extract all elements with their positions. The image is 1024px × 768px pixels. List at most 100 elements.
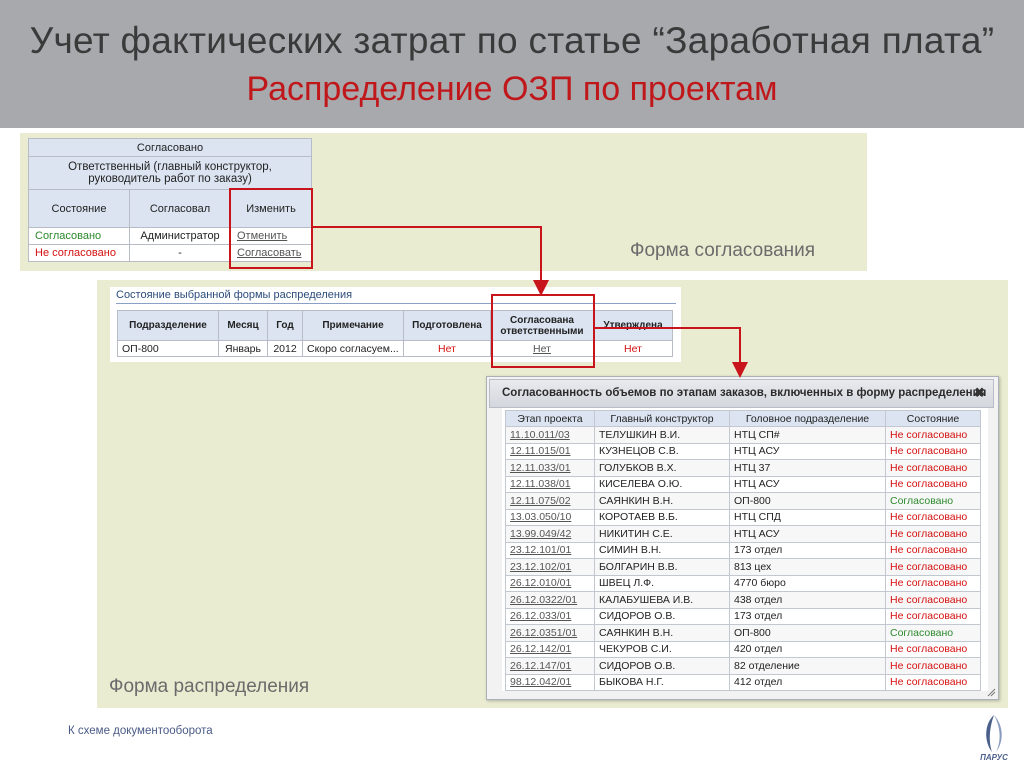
table-row[interactable]: 11.10.011/03 ТЕЛУШКИН В.И. НТЦ СП# Не согла… — [505, 426, 981, 444]
prepared-cell: Нет — [403, 340, 491, 357]
column-stage: Этап проекта — [505, 410, 595, 427]
column-approver: Согласовал — [129, 189, 231, 228]
table-row[interactable]: 26.12.142/01 ЧЕКУРОВ С.И. 420 отдел Не согл… — [505, 640, 981, 658]
designer-cell: ШВЕЦ Л.Ф. — [594, 574, 730, 592]
section-title: Состояние выбранной формы распределения — [116, 289, 353, 301]
designer-cell: БЫКОВА Н.Г. — [594, 673, 730, 691]
state-cell: Не согласовано — [28, 244, 130, 262]
division-cell: 82 отделение — [729, 657, 886, 675]
close-icon[interactable]: ✖ — [974, 385, 985, 401]
status-cell: Не согласовано — [885, 574, 981, 592]
designer-cell: КАЛАБУШЕВА И.В. — [594, 591, 730, 609]
table-row[interactable]: 23.12.101/01 СИМИН В.Н. 173 отдел Не соглас… — [505, 541, 981, 559]
state-cell: Согласовано — [28, 227, 130, 245]
dialog-content: Этап проекта Главный конструктор Головно… — [502, 408, 988, 691]
column-year: Год — [267, 310, 303, 341]
designer-cell: СИДОРОВ О.В. — [594, 657, 730, 675]
stage-link[interactable]: 98.12.042/01 — [510, 676, 571, 688]
designer-cell: САЯНКИН В.Н. — [594, 492, 730, 510]
status-cell: Не согласовано — [885, 475, 981, 493]
stage-link[interactable]: 26.12.033/01 — [510, 610, 571, 622]
column-month: Месяц — [218, 310, 268, 341]
parus-logo: ПАРУС — [980, 715, 1008, 762]
status-cell: Не согласовано — [885, 459, 981, 477]
designer-cell: КУЗНЕЦОВ С.В. — [594, 442, 730, 460]
table-row[interactable]: 26.12.0351/01 САЯНКИН В.Н. ОП-800 Согласова… — [505, 624, 981, 642]
column-prepared: Подготовлена — [403, 310, 491, 341]
column-note: Примечание — [302, 310, 404, 341]
stage-link[interactable]: 26.12.0322/01 — [510, 594, 577, 606]
highlight-agreed-column — [491, 294, 595, 368]
stage-link[interactable]: 12.11.038/01 — [510, 478, 571, 490]
designer-cell: САЯНКИН В.Н. — [594, 624, 730, 642]
stage-link[interactable]: 11.10.011/03 — [510, 429, 570, 441]
status-cell: Не согласовано — [885, 607, 981, 625]
status-cell: Не согласовано — [885, 442, 981, 460]
table-row[interactable]: 26.12.010/01 ШВЕЦ Л.Ф. 4770 бюро Не согласо… — [505, 574, 981, 592]
status-cell: Не согласовано — [885, 673, 981, 691]
stage-link[interactable]: 23.12.101/01 — [510, 544, 571, 556]
schema-link[interactable]: К схеме документооборота — [68, 725, 213, 737]
status-cell: Не согласовано — [885, 426, 981, 444]
table-row[interactable]: 13.99.049/42 НИКИТИН С.Е. НТЦ АСУ Не соглас… — [505, 525, 981, 543]
note-cell: Скоро согласуем... — [302, 340, 404, 357]
designer-cell: СИДОРОВ О.В. — [594, 607, 730, 625]
division-cell: 813 цех — [729, 558, 886, 576]
slide-header: Учет фактических затрат по статье “Зараб… — [0, 0, 1024, 128]
status-cell: Не согласовано — [885, 591, 981, 609]
year-cell: 2012 — [267, 340, 303, 357]
department-cell: ОП-800 — [117, 340, 219, 357]
dialog-titlebar[interactable]: Согласованность объемов по этапам заказо… — [489, 379, 994, 408]
column-state: Состояние — [28, 189, 130, 228]
month-cell: Январь — [218, 340, 268, 357]
approval-form-label: Форма согласования — [630, 240, 816, 261]
slide-subtitle: Распределение ОЗП по проектам — [246, 70, 778, 108]
table-row[interactable]: 23.12.102/01 БОЛГАРИН В.В. 813 цех Не согла… — [505, 558, 981, 576]
table-row[interactable]: 12.11.075/02 САЯНКИН В.Н. ОП-800 Согласован… — [505, 492, 981, 510]
stage-link[interactable]: 12.11.015/01 — [510, 445, 571, 457]
division-cell: НТЦ АСУ — [729, 525, 886, 543]
designer-cell: КОРОТАЕВ В.Б. — [594, 508, 730, 526]
table-row[interactable]: 12.11.015/01 КУЗНЕЦОВ С.В. НТЦ АСУ Не согла… — [505, 442, 981, 460]
approval-table-title: Согласовано — [28, 138, 312, 157]
stage-link[interactable]: 26.12.0351/01 — [510, 627, 577, 639]
responsible-header: Ответственный (главный конструктор, руко… — [28, 156, 312, 190]
column-approved: Утверждена — [593, 310, 673, 341]
column-designer: Главный конструктор — [594, 410, 730, 427]
designer-cell: КИСЕЛЕВА О.Ю. — [594, 475, 730, 493]
stage-link[interactable]: 13.99.049/42 — [510, 528, 571, 540]
status-cell: Не согласовано — [885, 525, 981, 543]
table-row[interactable]: 26.12.0322/01 КАЛАБУШЕВА И.В. 438 отдел Не … — [505, 591, 981, 609]
distribution-status-section: Состояние выбранной формы распределения … — [110, 287, 681, 362]
division-cell: 173 отдел — [729, 541, 886, 559]
stage-link[interactable]: 26.12.010/01 — [510, 577, 571, 589]
designer-cell: СИМИН В.Н. — [594, 541, 730, 559]
table-row[interactable]: 13.03.050/10 КОРОТАЕВ В.Б. НТЦ СПД Не согла… — [505, 508, 981, 526]
division-cell: 438 отдел — [729, 591, 886, 609]
status-cell: Не согласовано — [885, 541, 981, 559]
stage-link[interactable]: 12.11.033/01 — [510, 462, 571, 474]
stage-link[interactable]: 26.12.147/01 — [510, 660, 571, 672]
designer-cell: ЧЕКУРОВ С.И. — [594, 640, 730, 658]
table-row[interactable]: 12.11.033/01 ГОЛУБКОВ В.Х. НТЦ 37 Не соглас… — [505, 459, 981, 477]
division-cell: 173 отдел — [729, 607, 886, 625]
division-cell: 4770 бюро — [729, 574, 886, 592]
division-cell: НТЦ АСУ — [729, 475, 886, 493]
table-row[interactable]: 26.12.147/01 СИДОРОВ О.В. 82 отделение Не с… — [505, 657, 981, 675]
table-row[interactable]: 98.12.042/01 БЫКОВА Н.Г. 412 отдел Не согла… — [505, 673, 981, 691]
division-cell: НТЦ СП# — [729, 426, 886, 444]
highlight-change-column — [229, 188, 313, 269]
stage-link[interactable]: 13.03.050/10 — [510, 511, 571, 523]
status-cell: Не согласовано — [885, 558, 981, 576]
division-cell: 412 отдел — [729, 673, 886, 691]
table-row[interactable]: 12.11.038/01 КИСЕЛЕВА О.Ю. НТЦ АСУ Не согла… — [505, 475, 981, 493]
table-row[interactable]: 26.12.033/01 СИДОРОВ О.В. 173 отдел Не согл… — [505, 607, 981, 625]
stage-link[interactable]: 12.11.075/02 — [510, 495, 571, 507]
resize-grip-icon[interactable] — [987, 688, 996, 697]
agreement-dialog: Согласованность объемов по этапам заказо… — [486, 376, 999, 700]
status-cell: Согласовано — [885, 624, 981, 642]
stage-link[interactable]: 23.12.102/01 — [510, 561, 571, 573]
status-cell: Согласовано — [885, 492, 981, 510]
stage-link[interactable]: 26.12.142/01 — [510, 643, 571, 655]
status-cell: Не согласовано — [885, 508, 981, 526]
